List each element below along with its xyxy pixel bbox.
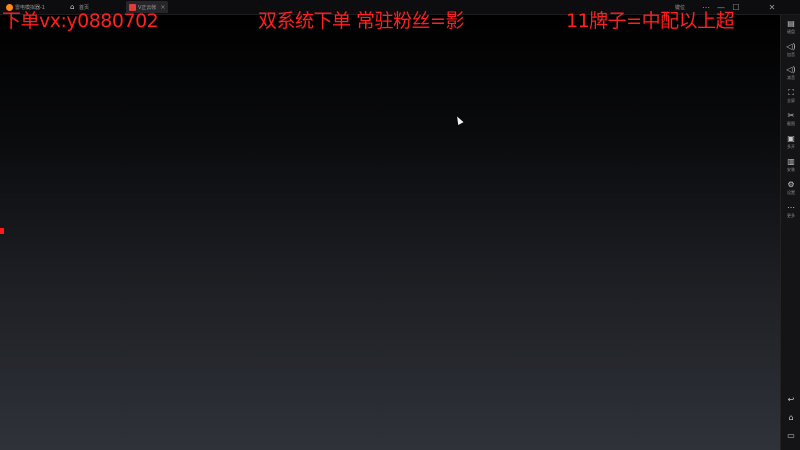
toolbar-install-button[interactable]: ▥ 安装 bbox=[781, 157, 800, 179]
volume-up-icon: ◁) bbox=[786, 42, 796, 51]
app-icon bbox=[129, 3, 136, 11]
fullscreen-icon: ⛶ bbox=[788, 88, 794, 97]
emulator-toolbar: ▤ 键盘 ◁) 加音 ◁) 减音 ⛶ 全屏 ✂ 截图 ▣ 多开 ▥ 安装 ⚙ 设… bbox=[780, 15, 800, 450]
scissors-icon: ✂ bbox=[787, 111, 795, 120]
home-icon: ⌂ bbox=[788, 412, 794, 422]
install-apk-icon: ▥ bbox=[787, 157, 795, 166]
red-marker bbox=[0, 228, 4, 234]
tab-emulator-label: 雷电模拟器-1 bbox=[15, 4, 45, 11]
toolbar-multi-instance-button[interactable]: ▣ 多开 bbox=[781, 134, 800, 156]
tab-app-label: V正云帐 bbox=[138, 4, 157, 11]
close-window-button[interactable]: ✕ bbox=[766, 1, 778, 13]
emulator-logo-icon bbox=[6, 3, 13, 11]
back-button[interactable]: ↩ bbox=[781, 393, 800, 405]
recent-apps-button[interactable]: ▭ bbox=[781, 429, 800, 441]
toolbar-multi-instance-label: 多开 bbox=[787, 144, 795, 149]
home-icon: ⌂ bbox=[70, 2, 75, 11]
close-tab-icon[interactable]: × bbox=[160, 4, 165, 11]
tab-home[interactable]: ⌂ 首页 bbox=[70, 1, 89, 13]
toolbar-more-button[interactable]: ⋯ 更多 bbox=[781, 203, 800, 225]
toolbar-keyboard-label: 键盘 bbox=[787, 29, 795, 34]
toolbar-volume-down-button[interactable]: ◁) 减音 bbox=[781, 65, 800, 87]
volume-down-icon: ◁) bbox=[786, 65, 796, 74]
minimize-button[interactable]: — bbox=[715, 1, 727, 13]
toolbar-more-label: 更多 bbox=[787, 213, 795, 218]
title-bar: 雷电模拟器-1 ⌂ 首页 V正云帐 × 键位 ⋯ — ☐ ✕ bbox=[0, 0, 800, 15]
back-icon: ↩ bbox=[787, 394, 795, 404]
tab-emulator[interactable]: 雷电模拟器-1 bbox=[6, 1, 45, 13]
more-icon: ⋯ bbox=[787, 203, 795, 212]
toolbar-fullscreen-label: 全屏 bbox=[787, 98, 795, 103]
emulator-screen[interactable] bbox=[0, 15, 780, 450]
maximize-button[interactable]: ☐ bbox=[730, 1, 742, 13]
toolbar-fullscreen-button[interactable]: ⛶ 全屏 bbox=[781, 88, 800, 110]
tab-home-label: 首页 bbox=[79, 4, 90, 11]
recent-apps-icon: ▭ bbox=[787, 430, 795, 440]
home-button[interactable]: ⌂ bbox=[781, 411, 800, 423]
keyboard-icon: ▤ bbox=[787, 19, 795, 28]
toolbar-volume-up-button[interactable]: ◁) 加音 bbox=[781, 42, 800, 64]
toolbar-screenshot-label: 截图 bbox=[787, 121, 795, 126]
toolbar-install-label: 安装 bbox=[787, 167, 795, 172]
tab-app[interactable]: V正云帐 × bbox=[126, 1, 169, 13]
toolbar-screenshot-button[interactable]: ✂ 截图 bbox=[781, 111, 800, 133]
keymap-button[interactable]: 键位 bbox=[672, 1, 688, 13]
toolbar-volume-up-label: 加音 bbox=[787, 52, 795, 57]
toolbar-volume-down-label: 减音 bbox=[787, 75, 795, 80]
toolbar-settings-label: 设置 bbox=[787, 190, 795, 195]
multi-window-icon: ▣ bbox=[787, 134, 795, 143]
gear-icon: ⚙ bbox=[787, 180, 795, 189]
mouse-cursor-icon bbox=[454, 115, 464, 125]
toolbar-settings-button[interactable]: ⚙ 设置 bbox=[781, 180, 800, 202]
menu-button[interactable]: ⋯ bbox=[700, 1, 712, 13]
toolbar-keyboard-button[interactable]: ▤ 键盘 bbox=[781, 19, 800, 41]
